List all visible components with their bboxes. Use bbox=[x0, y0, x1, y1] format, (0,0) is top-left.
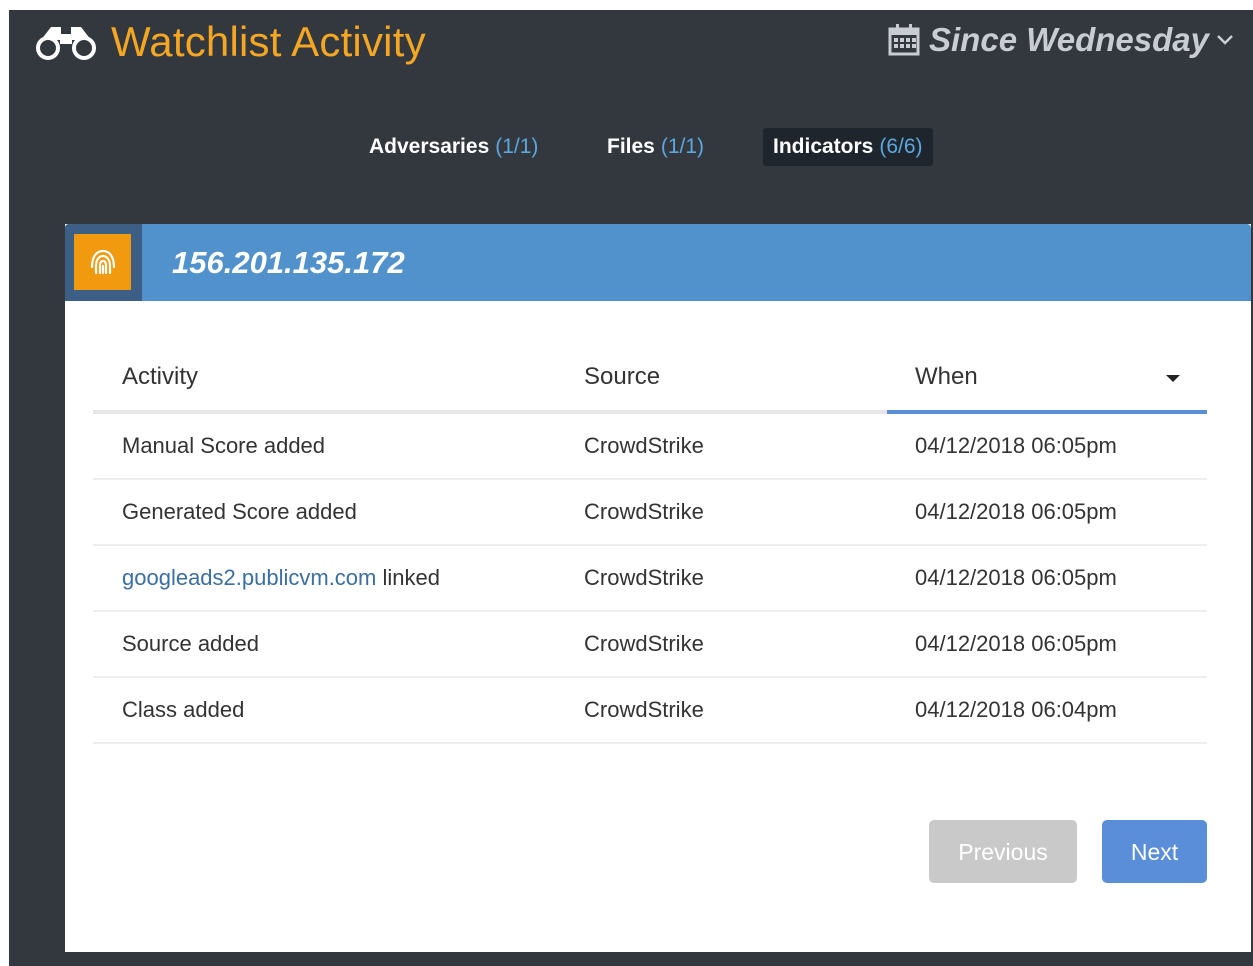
source-cell: CrowdStrike bbox=[584, 433, 704, 458]
table-row: googleads2.publicvm.com linked CrowdStri… bbox=[93, 546, 1207, 612]
sort-desc-icon[interactable] bbox=[1166, 375, 1180, 382]
when-cell: 04/12/2018 06:05pm bbox=[915, 433, 1117, 458]
when-cell: 04/12/2018 06:04pm bbox=[915, 697, 1117, 722]
indicator-badge-wrap bbox=[65, 224, 142, 301]
when-cell: 04/12/2018 06:05pm bbox=[915, 565, 1117, 590]
source-cell: CrowdStrike bbox=[584, 631, 704, 656]
app-frame: Watchlist Activity Since Wednesday Adver… bbox=[9, 10, 1253, 966]
tab-count: (1/1) bbox=[660, 135, 705, 158]
card-header: 156.201.135.172 bbox=[65, 224, 1251, 301]
source-cell: CrowdStrike bbox=[584, 565, 704, 590]
tab-indicators[interactable]: Indicators (6/6) bbox=[763, 128, 933, 166]
next-button[interactable]: Next bbox=[1102, 820, 1207, 883]
linked-domain-link[interactable]: googleads2.publicvm.com bbox=[122, 565, 376, 590]
page-header: Watchlist Activity bbox=[33, 16, 426, 68]
when-cell: 04/12/2018 06:05pm bbox=[915, 631, 1117, 656]
table-row: Source added CrowdStrike 04/12/2018 06:0… bbox=[93, 612, 1207, 678]
activity-cell: Class added bbox=[122, 697, 245, 722]
page-title: Watchlist Activity bbox=[111, 18, 426, 65]
column-header-source[interactable]: Source bbox=[584, 344, 660, 410]
calendar-icon bbox=[888, 24, 920, 56]
activity-cell: googleads2.publicvm.com linked bbox=[122, 546, 440, 610]
tab-count: (6/6) bbox=[879, 135, 923, 158]
tab-files[interactable]: Files (1/1) bbox=[597, 128, 714, 166]
tab-label: Adversaries bbox=[369, 135, 490, 158]
table-row: Generated Score added CrowdStrike 04/12/… bbox=[93, 480, 1207, 546]
tab-count: (1/1) bbox=[495, 135, 539, 158]
tab-adversaries[interactable]: Adversaries (1/1) bbox=[359, 128, 548, 166]
indicator-type-badge bbox=[74, 234, 131, 290]
binoculars-icon bbox=[36, 27, 96, 60]
indicator-value: 156.201.135.172 bbox=[172, 245, 405, 280]
previous-button[interactable]: Previous bbox=[929, 820, 1077, 883]
source-cell: CrowdStrike bbox=[584, 697, 704, 722]
chevron-down-icon bbox=[1217, 35, 1233, 45]
column-header-when[interactable]: When bbox=[915, 344, 978, 410]
activity-cell: Generated Score added bbox=[122, 499, 357, 524]
table-row: Manual Score added CrowdStrike 04/12/201… bbox=[93, 414, 1207, 480]
activity-cell: Manual Score added bbox=[122, 433, 326, 458]
table-header: Activity Source When bbox=[93, 344, 1207, 414]
source-cell: CrowdStrike bbox=[584, 499, 704, 524]
activity-suffix: linked bbox=[376, 565, 440, 590]
date-filter-label: Since Wednesday bbox=[929, 21, 1210, 58]
tab-label: Indicators bbox=[773, 135, 874, 158]
when-cell: 04/12/2018 06:05pm bbox=[915, 499, 1117, 524]
column-header-activity[interactable]: Activity bbox=[122, 344, 198, 410]
activity-cell: Source added bbox=[122, 631, 259, 656]
activity-table: Activity Source When Manual Score added … bbox=[93, 344, 1207, 744]
watchlist-tabs: Adversaries (1/1) Files (1/1) Indicators (6… bbox=[9, 128, 1253, 168]
tab-label: Files bbox=[607, 135, 655, 158]
table-row: Class added CrowdStrike 04/12/2018 06:04… bbox=[93, 678, 1207, 744]
indicator-card: 156.201.135.172 Activity Source When Man… bbox=[65, 224, 1251, 952]
date-filter-dropdown[interactable]: Since Wednesday bbox=[887, 18, 1235, 62]
fingerprint-icon bbox=[90, 249, 115, 275]
